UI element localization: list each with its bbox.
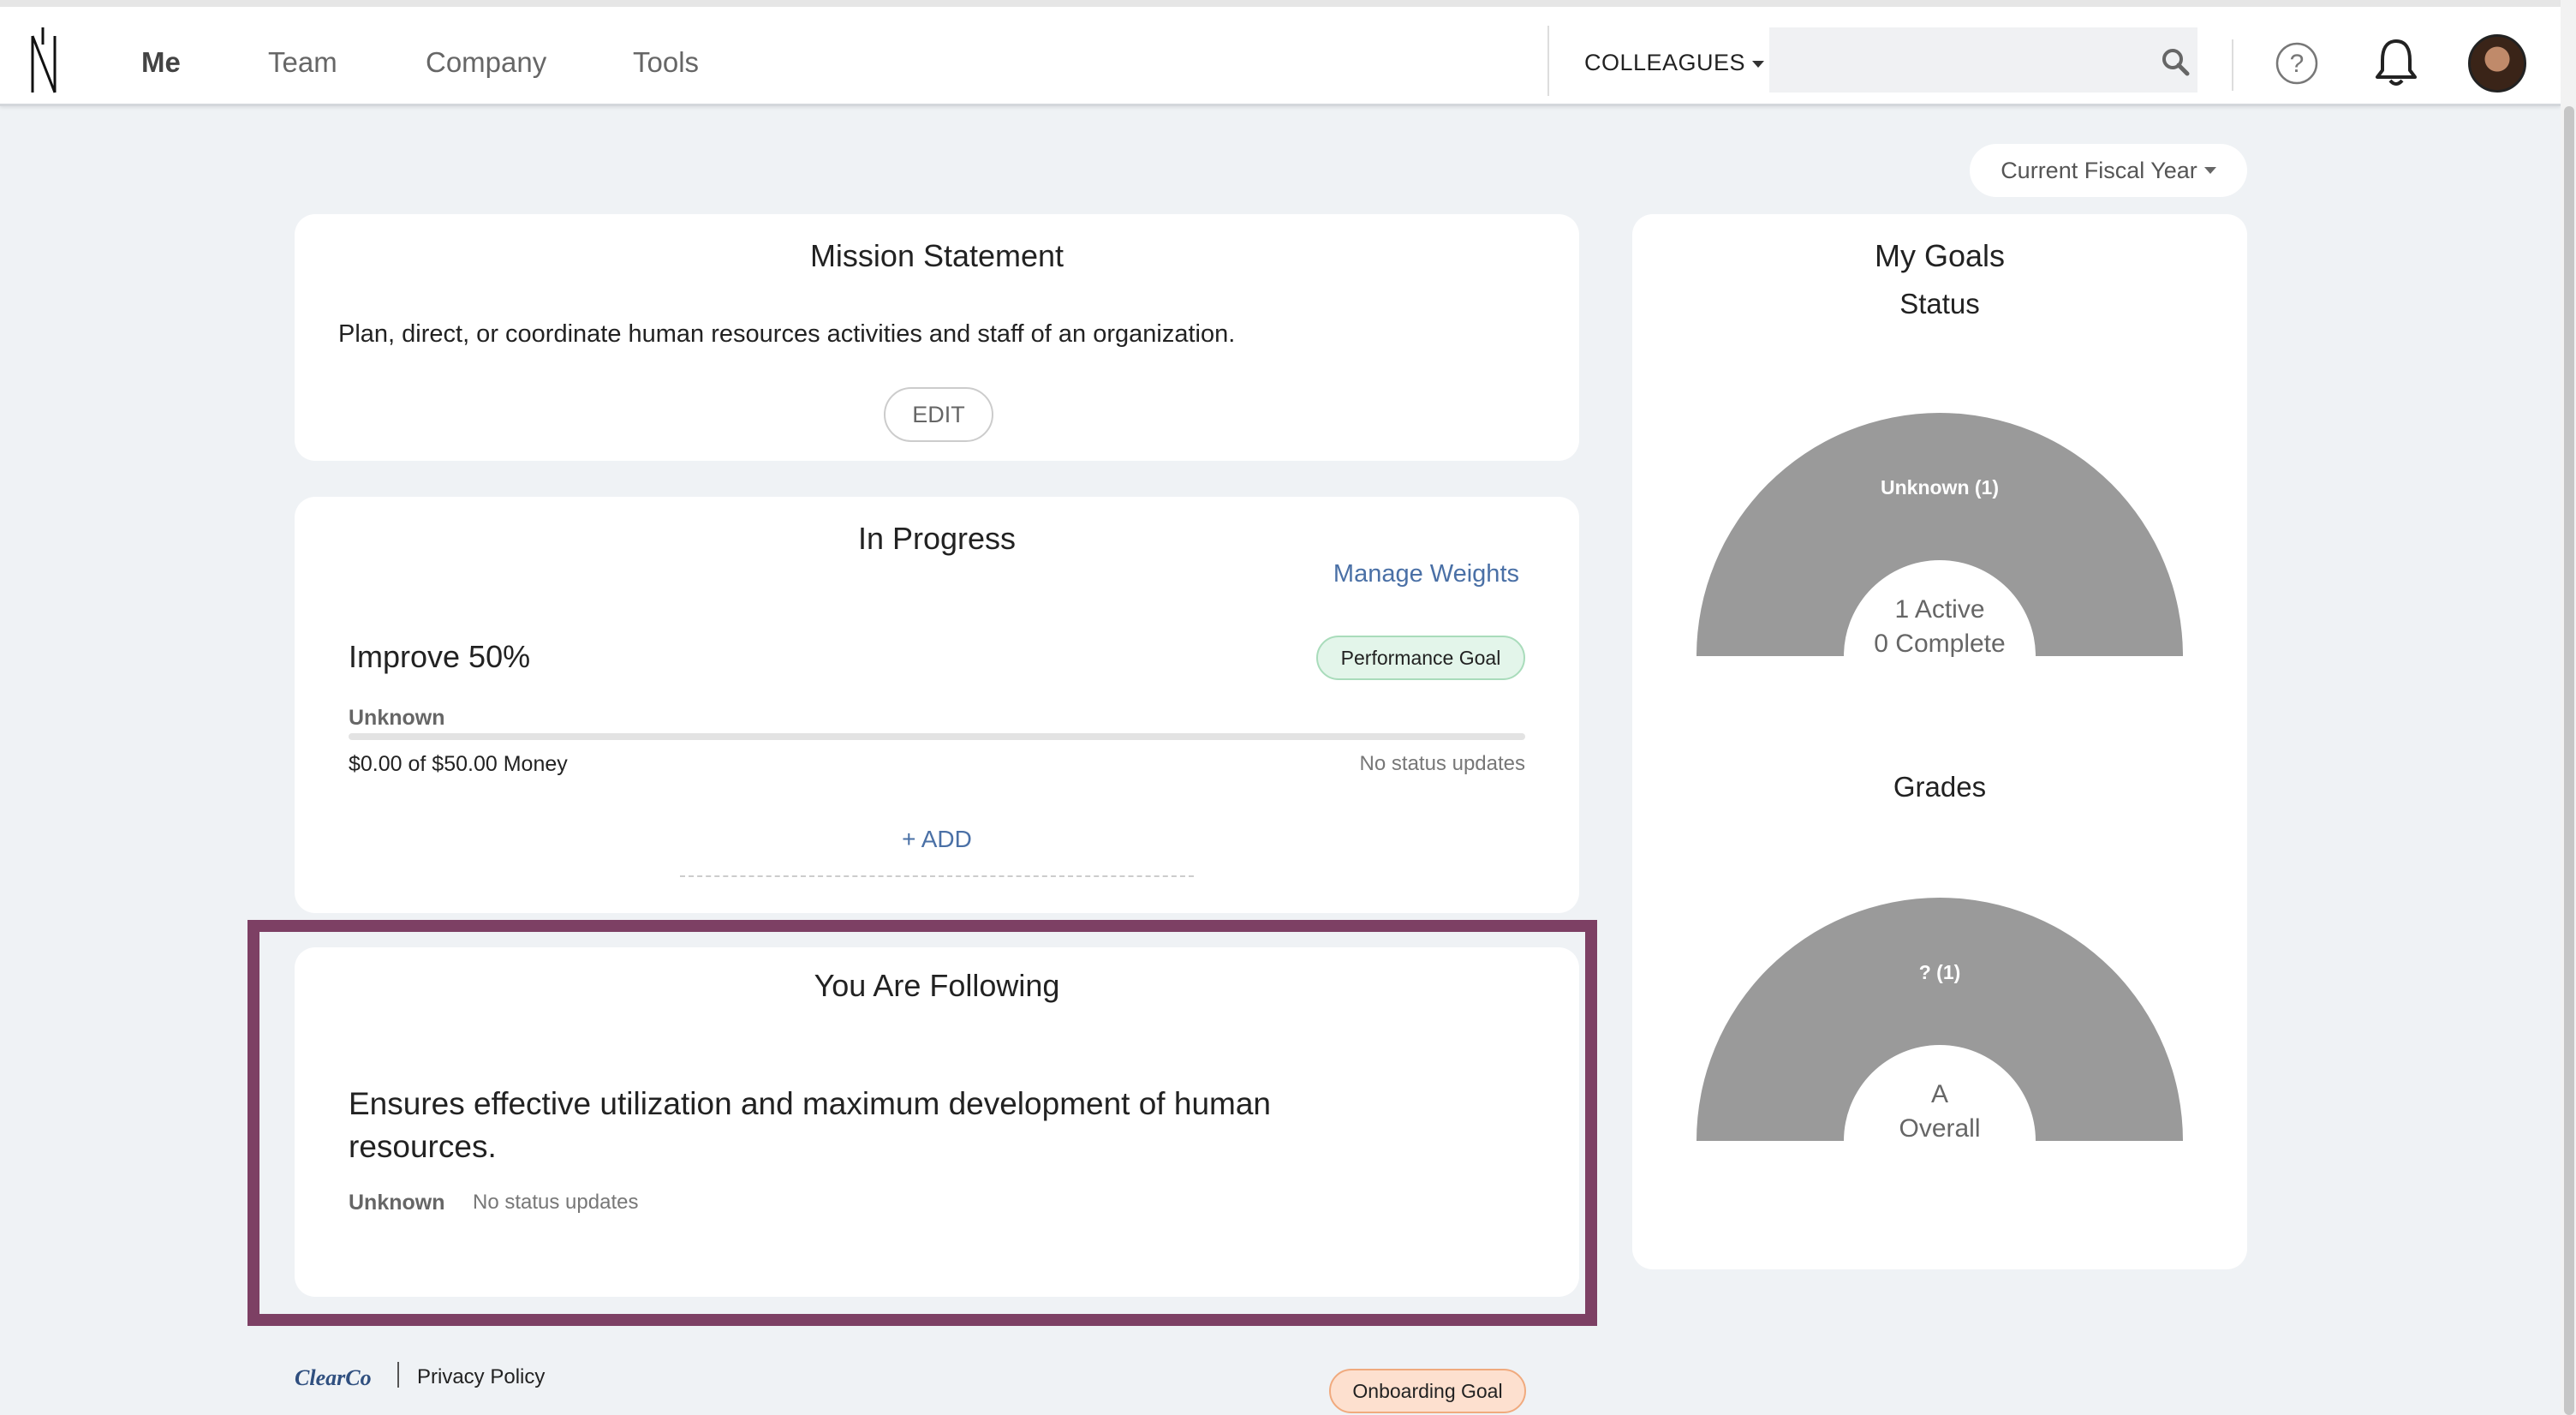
colleagues-label: COLLEAGUES <box>1584 50 1746 75</box>
fiscal-year-dropdown[interactable]: Current Fiscal Year <box>1970 144 2247 197</box>
footer-divider <box>397 1362 399 1388</box>
status-subtitle: Status <box>1899 288 1980 319</box>
goal-amount: $0.00 of $50.00 Money <box>349 752 568 776</box>
grades-gauge-label: ? (1) <box>1918 961 1961 983</box>
edit-mission-button[interactable]: EDIT <box>884 387 993 442</box>
privacy-policy-link[interactable]: Privacy Policy <box>417 1365 545 1389</box>
search-input[interactable] <box>1769 27 2197 93</box>
grades-gauge: ? (1) A Overall <box>1696 898 2183 1146</box>
followed-goal-title[interactable]: Ensures effective utilization and maximu… <box>349 1083 1308 1168</box>
grades-overall-label: Overall <box>1899 1114 1981 1143</box>
chevron-down-icon <box>2203 167 2216 174</box>
nav-item-me[interactable]: Me <box>141 46 181 79</box>
in-progress-title: In Progress <box>857 521 1017 556</box>
fiscal-year-label: Current Fiscal Year <box>2001 157 2197 183</box>
goal-title[interactable]: Improve 50% <box>349 639 530 675</box>
mission-title: Mission Statement <box>809 238 1064 273</box>
onboarding-goal-badge: Onboarding Goal <box>1329 1369 1526 1413</box>
status-gauge: Unknown (1) 1 Active 0 Complete <box>1696 413 2183 661</box>
followed-goal-status: Unknown <box>349 1191 445 1215</box>
following-card: You Are Following Ensures effective util… <box>295 947 1579 1413</box>
goal-status-updates: No status updates <box>1359 752 1525 775</box>
chevron-down-icon <box>1752 60 1765 68</box>
add-divider <box>680 875 1194 877</box>
svg-text:?: ? <box>2290 50 2305 78</box>
status-gauge-center: 1 Active 0 Complete <box>1696 593 2183 661</box>
user-avatar[interactable] <box>2468 34 2526 93</box>
help-icon[interactable]: ? <box>2275 41 2319 86</box>
performance-goal-badge: Performance Goal <box>1316 636 1525 680</box>
top-nav-bar: Me Team Company Tools COLLEAGUES ? <box>0 0 2561 106</box>
nav-item-team[interactable]: Team <box>268 46 337 79</box>
grades-letter: A <box>1930 1080 1948 1108</box>
manage-weights-link[interactable]: Manage Weights <box>1333 560 1519 588</box>
notification-bell-icon[interactable] <box>2372 38 2420 89</box>
app-logo-icon[interactable] <box>26 26 63 96</box>
goal-progress-bar <box>349 733 1525 740</box>
my-goals-title: My Goals <box>1874 238 2006 273</box>
nav-divider-right <box>2232 39 2233 91</box>
status-complete-count: 0 Complete <box>1874 630 2006 658</box>
nav-item-tools[interactable]: Tools <box>633 46 699 79</box>
in-progress-card: In Progress Manage Weights Improve 50% P… <box>295 497 1579 913</box>
search-icon[interactable] <box>2160 46 2191 77</box>
clearco-logo: ClearCo <box>295 1365 372 1390</box>
following-title: You Are Following <box>814 968 1060 1003</box>
colleagues-dropdown[interactable]: COLLEAGUES <box>1584 50 1765 76</box>
grades-gauge-center: A Overall <box>1696 1078 2183 1146</box>
nav-divider <box>1547 26 1549 96</box>
status-active-count: 1 Active <box>1894 595 1985 624</box>
mission-statement-card: Mission Statement Plan, direct, or coord… <box>295 214 1579 461</box>
add-goal-button[interactable]: + ADD <box>295 826 1579 853</box>
followed-goal-updates: No status updates <box>473 1191 639 1214</box>
scrollbar-thumb[interactable] <box>2564 106 2574 1415</box>
status-gauge-label: Unknown (1) <box>1881 476 1999 499</box>
my-goals-card: My Goals Status Unknown (1) 1 Active 0 C… <box>1632 214 2247 1269</box>
grades-subtitle: Grades <box>1893 771 1987 803</box>
goal-status: Unknown <box>349 706 445 730</box>
nav-item-company[interactable]: Company <box>426 46 546 79</box>
mission-text: Plan, direct, or coordinate human resour… <box>338 320 1236 348</box>
